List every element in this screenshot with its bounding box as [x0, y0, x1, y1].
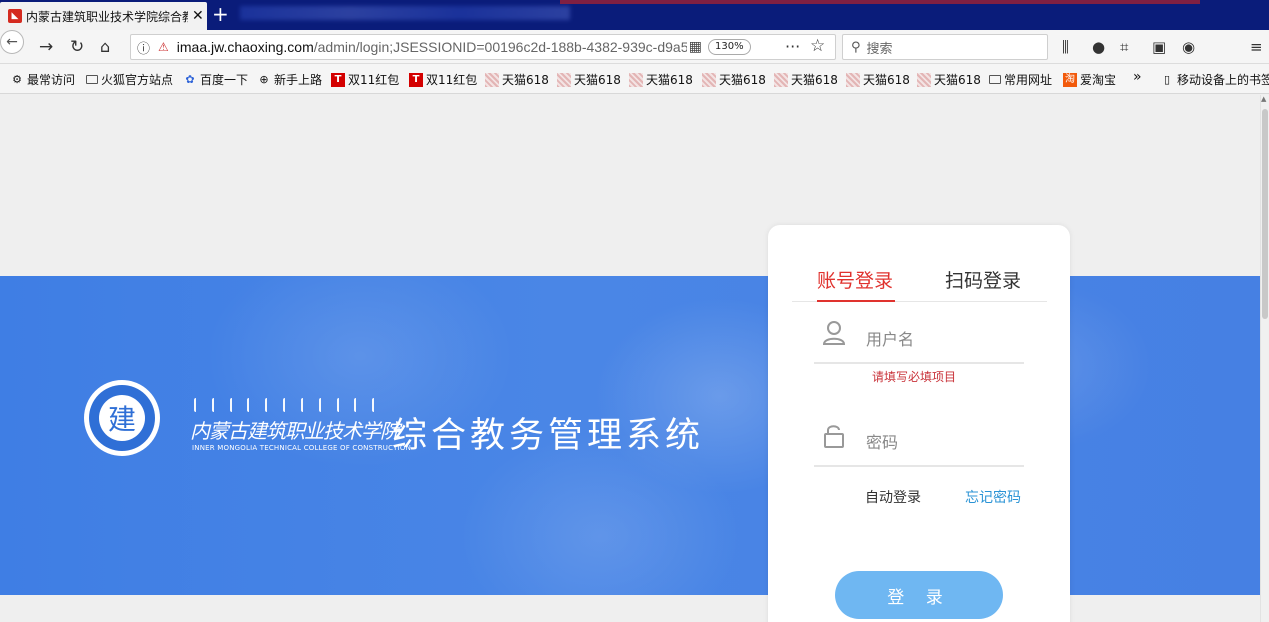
menu-icon[interactable]: ≡ [1250, 38, 1263, 56]
baidu-paw-icon: ✿ [185, 72, 195, 86]
forgot-password-link[interactable]: 忘记密码 [965, 487, 1021, 507]
tmall-t-icon: T [409, 72, 423, 87]
password-field[interactable]: 密码 [814, 421, 1024, 467]
forward-icon[interactable]: → [39, 37, 53, 57]
back-icon[interactable]: ← [0, 30, 24, 54]
search-input[interactable]: ⚲ 搜索 [842, 34, 1048, 60]
navigation-bar: ← → ↻ ⌂ ⓘ ⚠ imaa.jw.chaoxing.com/admin/l… [0, 30, 1269, 64]
bookmark-item[interactable]: 天猫618 [846, 71, 910, 88]
close-tab-icon[interactable]: ✕ [192, 8, 204, 24]
bookmark-item[interactable]: 常用网址天猫618 [917, 71, 981, 88]
tmall-t-icon: T [331, 72, 345, 87]
school-emblem-icon: 建 [84, 380, 160, 456]
bookmark-item[interactable]: T 双11红包 [409, 71, 477, 88]
reload-icon[interactable]: ↻ [70, 37, 84, 57]
zoom-level[interactable]: 130% [708, 39, 751, 55]
lock-icon [822, 423, 846, 452]
qr-code-icon[interactable]: ▦ [689, 39, 702, 55]
page-content: 建 内蒙古建筑职业技术学院 INNER MONGOLIA TECHNICAL C… [0, 95, 1260, 622]
url-text[interactable]: imaa.jw.chaoxing.com/admin/login;JSESSIO… [177, 39, 687, 55]
bookmarks-toolbar: ⚙ 最常访问 火狐官方站点 ✿ 百度一下 ⊕ 新手上路 T 双11红包 T 双11红包 天… [0, 64, 1269, 94]
site-info-icon[interactable]: ⓘ [137, 38, 150, 57]
library-icon[interactable]: ⫼ [1062, 38, 1069, 56]
taobao-icon: 淘 [1063, 72, 1077, 87]
active-tab-underline [817, 300, 895, 302]
scrollbar-thumb[interactable] [1262, 109, 1268, 319]
tab-account-login[interactable]: 账号登录 [817, 266, 893, 293]
page-actions-icon[interactable]: ··· [785, 37, 800, 56]
folder-icon [989, 75, 1001, 84]
screenshot-icon[interactable]: ⌗ [1120, 38, 1128, 56]
required-field-message: 请填写必填项目 [872, 370, 957, 384]
sidebar-icon[interactable]: ▣ [1152, 38, 1166, 56]
bookmark-item[interactable]: ⚙ 最常访问 [10, 71, 75, 88]
tmall-icon [917, 72, 931, 87]
account-icon[interactable]: ◉ [1182, 38, 1195, 56]
tmall-icon [774, 72, 788, 87]
bookmark-star-icon[interactable]: ☆ [810, 36, 825, 56]
user-icon [822, 320, 846, 349]
bookmark-item[interactable]: 火狐官方站点 [86, 71, 173, 88]
username-field[interactable]: 用户名 [814, 318, 1024, 364]
tmall-icon [557, 72, 571, 87]
tmall-icon [485, 72, 499, 87]
school-name-english: INNER MONGOLIA TECHNICAL COLLEGE OF CONS… [192, 444, 412, 452]
browser-tab-strip: ◣ 内蒙古建筑职业技术学院综合教务管理系统 ✕ + [0, 0, 1269, 30]
active-tab[interactable]: ◣ 内蒙古建筑职业技术学院综合教务管理系统 ✕ [0, 2, 207, 30]
tmall-icon [702, 72, 716, 87]
chat-icon[interactable]: ● [1092, 38, 1105, 56]
system-title: 综合教务管理系统 [392, 416, 705, 456]
password-placeholder: 密码 [866, 433, 899, 452]
page-scrollbar[interactable]: ▲ [1260, 95, 1269, 622]
mongolian-script-logo [194, 398, 380, 414]
bookmark-item[interactable]: 天猫618 [629, 71, 693, 88]
username-placeholder: 用户名 [866, 330, 915, 349]
search-icon: ⚲ [851, 39, 861, 55]
bookmark-item[interactable]: ⊕ 新手上路 [257, 71, 322, 88]
bookmark-item[interactable]: 天猫618 [774, 71, 838, 88]
home-icon[interactable]: ⌂ [100, 37, 110, 57]
folder-icon [86, 75, 98, 84]
insecure-lock-icon[interactable]: ⚠ [158, 40, 169, 54]
bookmarks-overflow-icon[interactable]: » [1133, 69, 1142, 85]
blurred-tab-area [240, 6, 570, 20]
bookmark-item[interactable]: ✿ 百度一下 [183, 71, 248, 88]
bookmark-item[interactable]: 天猫618 [702, 71, 766, 88]
globe-icon: ⊕ [259, 72, 269, 86]
scroll-up-icon[interactable]: ▲ [1261, 95, 1266, 103]
tab-qr-login[interactable]: 扫码登录 [945, 266, 1021, 293]
tmall-icon [629, 72, 643, 87]
bookmark-item[interactable]: T 双11红包 [331, 71, 399, 88]
tmall-icon [846, 72, 860, 87]
login-button[interactable]: 登 录 [835, 571, 1003, 619]
bookmark-item[interactable]: 天猫618 [485, 71, 549, 88]
bookmark-item-mobile[interactable]: ▯ 移动设备上的书签 [1160, 71, 1269, 88]
new-tab-icon[interactable]: + [212, 4, 229, 24]
mobile-device-icon: ▯ [1163, 72, 1171, 86]
chaoxing-favicon-icon: ◣ [8, 9, 22, 23]
school-name: 内蒙古建筑职业技术学院 [190, 419, 400, 443]
address-bar[interactable]: ⓘ ⚠ imaa.jw.chaoxing.com/admin/login;JSE… [130, 34, 836, 60]
tab-strip-decoration [560, 0, 1200, 4]
auto-login-option[interactable]: 自动登录 [865, 487, 921, 507]
bookmark-item[interactable]: 常用网址 [989, 71, 1052, 88]
login-card: 账号登录 扫码登录 用户名 请填写必填项目 密码 自动登录 忘记密码 登 录 [768, 225, 1070, 622]
bookmark-item[interactable]: 天猫618 [557, 71, 621, 88]
bookmark-item[interactable]: 淘爱淘宝 [1063, 71, 1116, 88]
gear-icon: ⚙ [12, 72, 22, 86]
tab-title: 内蒙古建筑职业技术学院综合教务管理系统 [26, 9, 188, 24]
search-placeholder: 搜索 [866, 41, 893, 57]
